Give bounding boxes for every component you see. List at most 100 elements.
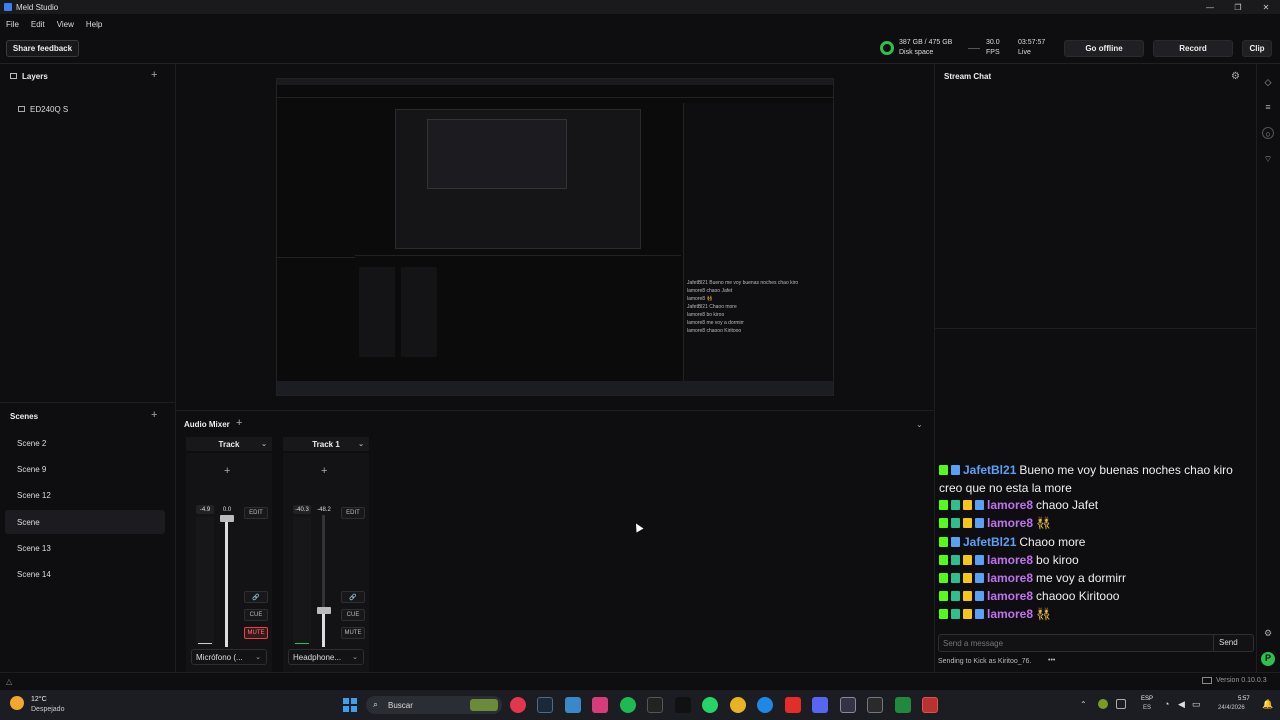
disk-usage-ring-icon <box>880 41 894 55</box>
track-header[interactable]: Track 1 ⌄ <box>283 437 369 451</box>
cue-button[interactable]: CUE <box>341 609 365 621</box>
live-time: 03:57:57 <box>1018 39 1046 46</box>
language-label[interactable]: ESP <box>1141 696 1153 702</box>
menu-file[interactable]: File <box>6 20 19 29</box>
maximize-button[interactable]: ❐ <box>1224 0 1252 14</box>
diamond-icon[interactable]: ◇ <box>1262 76 1274 88</box>
battery-icon[interactable]: ▭ <box>1192 699 1201 710</box>
audio-mixer-panel: Audio Mixer + ⌄ Track ⌄ + -4.9 0.0 EDIT … <box>176 410 934 673</box>
mouse-cursor-icon <box>632 521 644 533</box>
chevron-up-icon[interactable]: ⌃ <box>1080 700 1087 709</box>
meld-studio-icon[interactable] <box>840 697 856 713</box>
avatar[interactable]: P <box>1261 652 1275 666</box>
file-explorer-icon[interactable] <box>565 697 581 713</box>
menu-help[interactable]: Help <box>86 20 102 29</box>
scene-item[interactable]: Scene 2 <box>5 431 165 455</box>
gear-icon[interactable]: ⚙ <box>1231 71 1240 82</box>
clip-button[interactable]: Clip <box>1242 40 1272 57</box>
app-icon[interactable] <box>895 697 911 713</box>
share-feedback-button[interactable]: Share feedback <box>6 40 79 57</box>
left-panel: Layers + ED240Q S Scenes + Scene 2 Scene… <box>0 64 176 672</box>
output-device-select[interactable]: Headphone... ⌄ <box>288 649 364 665</box>
volume-fader[interactable] <box>220 515 234 522</box>
scene-item-selected[interactable]: Scene <box>5 510 165 534</box>
input-device-select[interactable]: Micrófono (... ⌄ <box>191 649 267 665</box>
wifi-icon[interactable]: ◔ <box>1164 699 1169 709</box>
add-track-button[interactable]: + <box>236 417 242 429</box>
whatsapp-icon[interactable] <box>702 697 718 713</box>
chat-icon[interactable]: ○ <box>1262 127 1274 139</box>
settings-icon[interactable]: ⚙ <box>1262 627 1274 639</box>
link-icon[interactable]: 🔗 <box>244 591 268 603</box>
menu-view[interactable]: View <box>57 20 74 29</box>
moon-weather-icon[interactable] <box>10 696 24 710</box>
volume-fader[interactable] <box>317 607 331 614</box>
youtube-icon[interactable] <box>785 697 801 713</box>
warning-icon[interactable]: △ <box>6 677 12 686</box>
clock-date[interactable]: 24/4/2026 <box>1218 705 1245 711</box>
edit-button[interactable]: EDIT <box>341 507 365 519</box>
scene-item[interactable]: Scene 9 <box>5 457 165 481</box>
notification-bell-icon[interactable]: 🔔 <box>1262 699 1273 710</box>
subscriber-badge-icon <box>951 609 960 619</box>
chat-username[interactable]: lamore8 <box>987 607 1033 621</box>
cue-button[interactable]: CUE <box>244 609 268 621</box>
app-icon[interactable] <box>647 697 663 713</box>
chat-username[interactable]: JafetBl21 <box>963 535 1016 549</box>
mute-button[interactable]: MUTE <box>341 627 365 639</box>
chevron-down-icon: ⌄ <box>261 441 267 448</box>
add-layer-button[interactable]: + <box>151 69 157 81</box>
windows-start-icon[interactable] <box>343 698 357 712</box>
mute-button[interactable]: MUTE <box>244 627 268 639</box>
edge-icon[interactable] <box>757 697 773 713</box>
spotify-icon[interactable] <box>620 697 636 713</box>
meter-floor <box>295 643 309 644</box>
add-plugin-button[interactable]: + <box>321 465 327 477</box>
chat-username[interactable]: lamore8 <box>987 498 1033 512</box>
scene-item[interactable]: Scene 12 <box>5 483 165 507</box>
scene-item[interactable]: Scene 14 <box>5 562 165 586</box>
kick-badge-icon <box>939 555 948 565</box>
tiktok-icon[interactable] <box>675 697 691 713</box>
go-offline-button[interactable]: Go offline <box>1064 40 1144 57</box>
taskbar-search[interactable]: ⌕ Buscar <box>366 696 502 714</box>
more-options-icon[interactable]: ••• <box>1048 657 1055 664</box>
app-icon[interactable] <box>922 697 938 713</box>
track-name: Track <box>218 439 240 449</box>
chrome-icon[interactable] <box>730 697 746 713</box>
chat-username[interactable]: lamore8 <box>987 571 1033 585</box>
chat-username[interactable]: JafetBl21 <box>963 463 1016 477</box>
menu-edit[interactable]: Edit <box>31 20 45 29</box>
steam-icon[interactable] <box>537 697 553 713</box>
close-button[interactable]: ✕ <box>1252 0 1280 14</box>
minimize-button[interactable]: — <box>1196 0 1224 14</box>
send-button[interactable]: Send <box>1219 638 1238 647</box>
disk-value: 387 GB / 475 GB <box>899 39 953 46</box>
edit-button[interactable]: EDIT <box>244 507 268 519</box>
tray-app-icon[interactable] <box>1116 699 1126 709</box>
audio-mixer-title: Audio Mixer <box>184 420 230 429</box>
track-header[interactable]: Track ⌄ <box>186 437 272 451</box>
preview-area[interactable]: JafetBl21 Bueno me voy buenas noches cha… <box>176 64 934 410</box>
list-icon[interactable]: ≡ <box>1262 101 1274 113</box>
instagram-icon[interactable] <box>592 697 608 713</box>
link-icon[interactable]: 🔗 <box>341 591 365 603</box>
epic-games-icon[interactable] <box>867 697 883 713</box>
chevron-down-icon: ⌄ <box>352 654 358 661</box>
clock-time[interactable]: 5:57 <box>1238 696 1250 702</box>
discord-icon[interactable] <box>812 697 828 713</box>
chat-username[interactable]: lamore8 <box>987 589 1033 603</box>
scene-item[interactable]: Scene 13 <box>5 536 165 560</box>
chat-message-input[interactable] <box>943 636 1203 650</box>
record-button[interactable]: Record <box>1153 40 1233 57</box>
tray-app-icon[interactable] <box>1098 699 1108 709</box>
add-plugin-button[interactable]: + <box>224 465 230 477</box>
collapse-chevron-icon[interactable]: ⌄ <box>916 420 923 429</box>
add-scene-button[interactable]: + <box>151 409 157 421</box>
volume-icon[interactable]: ◀ <box>1178 699 1185 710</box>
signal-icon[interactable]: ⌔ <box>1262 153 1274 165</box>
layer-item[interactable]: ED240Q S <box>30 105 68 114</box>
chat-username[interactable]: lamore8 <box>987 553 1033 567</box>
chat-username[interactable]: lamore8 <box>987 516 1033 530</box>
pinterest-icon[interactable] <box>510 697 526 713</box>
